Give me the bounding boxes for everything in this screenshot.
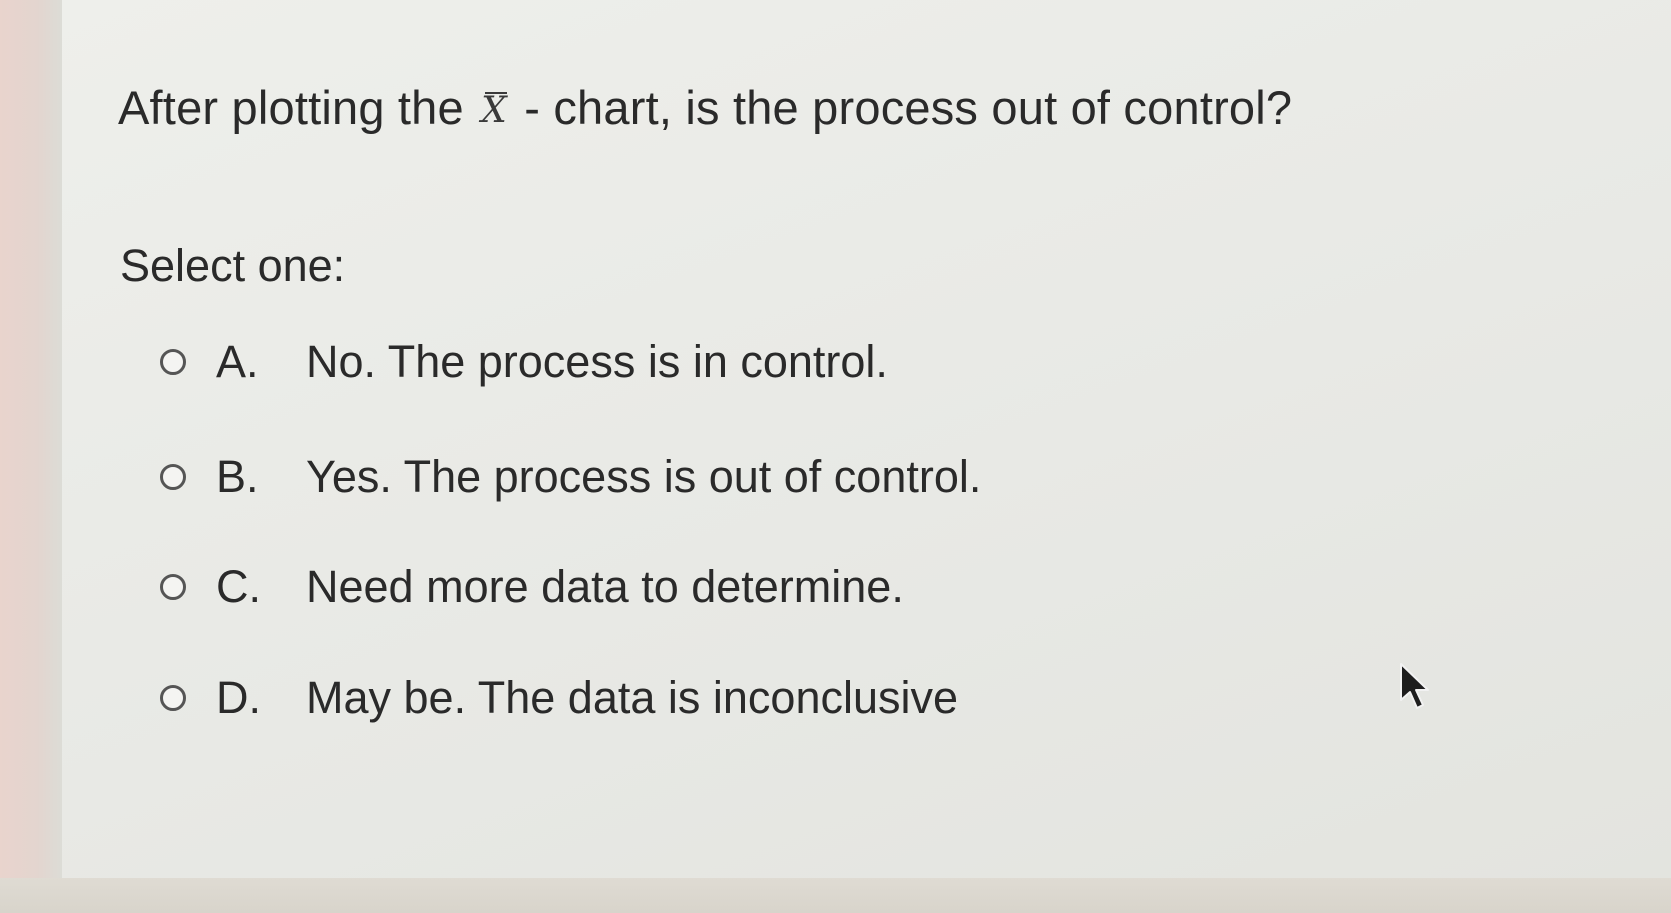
option-d[interactable]: D. May be. The data is inconclusive	[160, 668, 958, 728]
option-label: Need more data to determine.	[306, 561, 904, 612]
question-text: After plotting the X - chart, is the pro…	[118, 80, 1292, 135]
option-b[interactable]: B. Yes. The process is out of control.	[160, 447, 981, 507]
option-letter: B.	[216, 451, 259, 502]
question-prefix: After plotting the	[118, 81, 464, 134]
bottom-edge-background	[0, 878, 1671, 913]
mouse-pointer-icon	[1400, 663, 1429, 709]
option-letter: D.	[216, 672, 261, 723]
radio-circle-icon[interactable]	[160, 349, 186, 375]
option-a[interactable]: A. No. The process is in control.	[160, 332, 888, 392]
option-letter: A.	[216, 336, 259, 387]
option-letter: C.	[216, 561, 261, 612]
option-label: Yes. The process is out of control.	[306, 451, 982, 502]
option-label: No. The process is in control.	[306, 336, 888, 387]
select-one-prompt: Select one:	[120, 240, 346, 291]
option-c[interactable]: C. Need more data to determine.	[160, 557, 904, 617]
option-label: May be. The data is inconclusive	[306, 672, 959, 723]
radio-circle-icon[interactable]	[160, 685, 186, 711]
radio-circle-icon[interactable]	[160, 464, 186, 490]
x-bar-symbol: X	[481, 90, 507, 131]
radio-circle-icon[interactable]	[160, 574, 186, 600]
left-edge-background	[0, 0, 62, 913]
question-suffix: - chart, is the process out of control?	[524, 81, 1293, 134]
